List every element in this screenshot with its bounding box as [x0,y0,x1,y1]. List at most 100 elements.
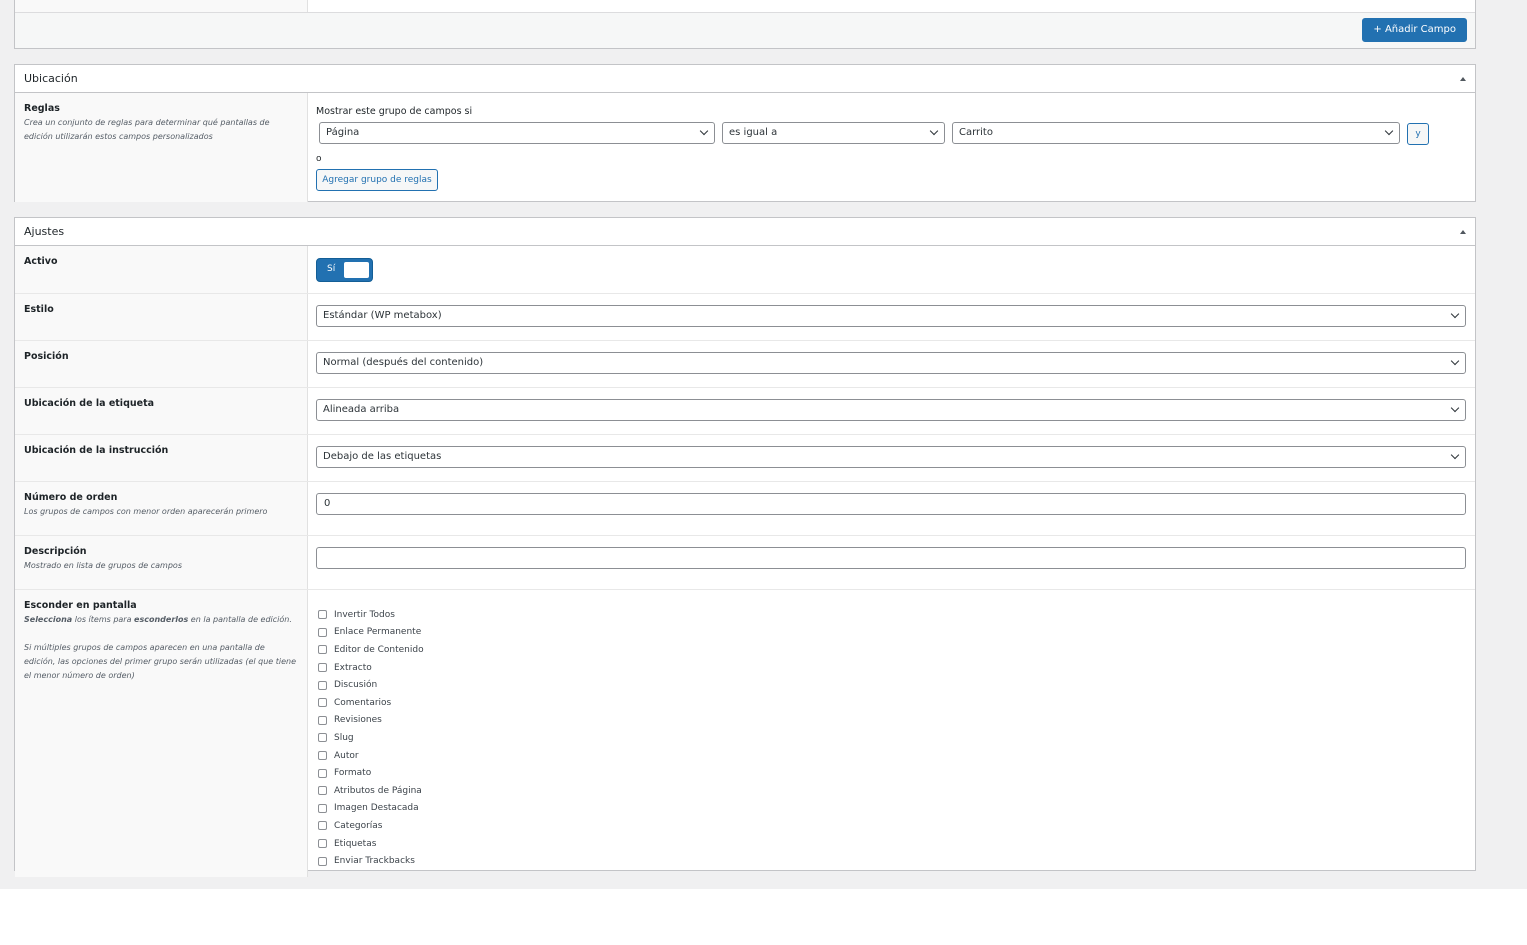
checkbox[interactable] [318,803,327,813]
checkbox[interactable] [318,821,327,831]
field-row-label-cell [15,0,308,12]
checkbox[interactable] [318,610,327,620]
label-placement-select[interactable]: Alineada arriba [316,399,1466,421]
checkbox[interactable] [318,856,327,866]
rules-label: Reglas [24,103,60,114]
active-toggle[interactable]: Sí [316,258,373,282]
or-text: o [316,154,322,164]
add-rule-group-button[interactable]: Agregar grupo de reglas [316,169,438,191]
active-label: Activo [24,256,58,267]
checkbox[interactable] [318,715,327,725]
chevron-down-icon [699,126,709,136]
active-label-cell: Activo [15,246,308,293]
rule-operator-value: es igual a [729,127,778,138]
order-label: Número de orden [24,492,118,503]
toggle-knob [344,262,369,278]
rules-label-cell: Reglas Crea un conjunto de reglas para d… [15,93,308,202]
description-label: Descripción [24,546,87,557]
list-item[interactable]: Autor [318,747,424,765]
style-value: Estándar (WP metabox) [323,310,442,321]
hide-on-screen-label-cell: Esconder en pantalla Selecciona los ítem… [15,590,308,877]
chevron-down-icon [1450,309,1460,319]
add-field-button[interactable]: + Añadir Campo [1362,18,1467,42]
list-item[interactable]: Comentarios [318,694,424,712]
settings-box: Ajustes Activo Sí Estilo Estándar (WP me… [14,217,1476,877]
active-row: Activo Sí [15,246,1475,294]
instruction-placement-label: Ubicación de la instrucción [24,445,169,456]
position-select[interactable]: Normal (después del contenido) [316,352,1466,374]
list-item[interactable]: Categorías [318,817,424,835]
description-label-cell: Descripción Mostrado en lista de grupos … [15,536,308,589]
chevron-down-icon [1384,126,1394,136]
fields-box: + Añadir Campo [14,0,1476,49]
checkbox[interactable] [318,680,327,690]
location-header[interactable]: Ubicación [15,65,1475,93]
label-placement-row: Ubicación de la etiqueta Alineada arriba [15,388,1475,435]
list-item[interactable]: Discusión [318,676,424,694]
chevron-down-icon [1450,356,1460,366]
list-item[interactable]: Enviar Trackbacks [318,852,424,870]
list-item[interactable]: Formato [318,764,424,782]
label-placement-label-cell: Ubicación de la etiqueta [15,388,308,434]
checkbox-label: Comentarios [334,697,392,708]
add-and-rule-button[interactable]: y [1407,123,1429,145]
order-description: Los grupos de campos con menor orden apa… [24,507,268,516]
style-select[interactable]: Estándar (WP metabox) [316,305,1466,327]
location-title: Ubicación [24,72,78,85]
hide-on-screen-row: Esconder en pantalla Selecciona los ítem… [15,590,1475,877]
checkbox[interactable] [318,645,327,655]
position-value: Normal (después del contenido) [323,357,484,368]
description-input[interactable] [316,547,1466,569]
checkbox-label: Slug [334,732,354,743]
checkbox[interactable] [318,698,327,708]
checkbox[interactable] [318,786,327,796]
checkbox-label: Etiquetas [334,838,377,849]
checkbox-label: Enviar Trackbacks [334,856,415,867]
rule-param-select[interactable]: Página [319,122,715,144]
rule-operator-select[interactable]: es igual a [722,122,945,144]
list-item[interactable]: Enlace Permanente [318,624,424,642]
list-item[interactable]: Atributos de Página [318,782,424,800]
hide-on-screen-description-2: Si múltiples grupos de campos aparecen e… [24,643,297,680]
checkbox[interactable] [318,663,327,673]
list-item[interactable]: Etiquetas [318,835,424,853]
list-item[interactable]: Revisiones [318,712,424,730]
list-item[interactable]: Editor de Contenido [318,641,424,659]
style-label-cell: Estilo [15,294,308,340]
hide-desc-bold-select: Selecciona [24,615,73,624]
hide-desc-bold-hide: esconderlos [134,615,189,624]
list-item[interactable]: Invertir Todos [318,606,424,624]
checkbox[interactable] [318,751,327,761]
collapse-arrow-icon[interactable] [1460,230,1466,234]
rule-value-select[interactable]: Carrito [952,122,1400,144]
checkbox-label: Enlace Permanente [334,627,422,638]
instruction-placement-label-cell: Ubicación de la instrucción [15,435,308,481]
style-row: Estilo Estándar (WP metabox) [15,294,1475,341]
list-item[interactable]: Imagen Destacada [318,800,424,818]
checkbox[interactable] [318,733,327,743]
rule-param-value: Página [326,127,360,138]
order-row: Número de orden Los grupos de campos con… [15,482,1475,536]
hide-desc-post: en la pantalla de edición. [188,615,292,624]
toggle-on-text: Sí [327,264,336,274]
show-if-text: Mostrar este grupo de campos si [316,106,473,117]
checkbox-label: Atributos de Página [334,785,422,796]
hide-on-screen-description: Selecciona los ítems para esconderlos en… [24,613,298,627]
checkbox[interactable] [318,768,327,778]
label-placement-value: Alineada arriba [323,404,400,415]
order-input[interactable]: 0 [316,493,1466,515]
chevron-down-icon [1450,403,1460,413]
settings-header[interactable]: Ajustes [15,218,1475,246]
list-item[interactable]: Slug [318,729,424,747]
collapse-arrow-icon[interactable] [1460,77,1466,81]
instruction-placement-select[interactable]: Debajo de las etiquetas [316,446,1466,468]
checkbox-label: Categorías [334,820,383,831]
checkbox[interactable] [318,839,327,849]
checkbox-label: Formato [334,768,372,779]
checkbox-label: Imagen Destacada [334,803,419,814]
hide-on-screen-label: Esconder en pantalla [24,600,137,611]
checkbox[interactable] [318,627,327,637]
list-item[interactable]: Extracto [318,659,424,677]
settings-title: Ajustes [24,225,65,238]
order-label-cell: Número de orden Los grupos de campos con… [15,482,308,535]
